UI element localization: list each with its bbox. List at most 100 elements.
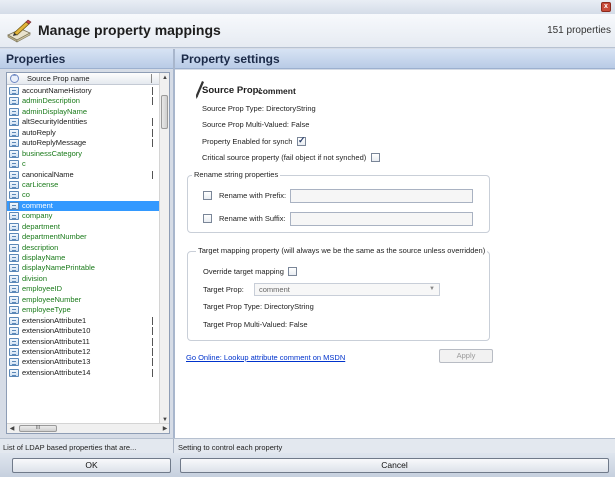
list-item[interactable]: c (7, 159, 160, 169)
property-name: altSecurityIdentities (22, 117, 88, 127)
dialog-footer: OK Cancel (0, 453, 615, 477)
override-target-label: Override target mapping (203, 267, 284, 276)
property-name: accountNameHistory (22, 86, 92, 95)
property-row-icon (9, 243, 19, 252)
property-flag-marker (152, 347, 153, 356)
apply-button[interactable]: Apply (439, 349, 493, 363)
list-item[interactable]: canonicalName (7, 170, 160, 180)
list-item[interactable]: autoReplyMessage (7, 138, 160, 148)
property-row-icon (9, 233, 19, 242)
list-item[interactable]: employeeType (7, 305, 160, 315)
list-item[interactable]: extensionAttribute10 (7, 326, 160, 336)
property-row-icon (9, 254, 19, 262)
property-row-icon (9, 316, 19, 325)
rename-prefix-checkbox[interactable] (203, 191, 212, 200)
list-item[interactable]: employeeNumber (7, 295, 160, 305)
scroll-up-arrow-icon[interactable]: ▲ (160, 73, 169, 83)
list-item[interactable]: comment (7, 200, 160, 212)
property-name: displayName (22, 253, 66, 262)
list-item[interactable]: adminDescription (7, 96, 160, 106)
list-item[interactable]: company (7, 211, 160, 221)
scroll-right-arrow-icon[interactable]: ▶ (160, 424, 169, 433)
list-item[interactable]: adminDisplayName (7, 107, 160, 117)
property-row-icon (9, 368, 19, 377)
list-item[interactable]: businessCategory (7, 149, 160, 159)
property-name: departmentNumber (22, 232, 87, 242)
property-list[interactable]: ⌃ Source Prop name accountNameHistory adm… (6, 72, 170, 434)
list-item[interactable]: extensionAttribute12 (7, 347, 160, 357)
property-name: extensionAttribute10 (22, 326, 91, 336)
close-icon[interactable]: x (601, 2, 611, 12)
property-name: co (22, 190, 30, 200)
property-row-icon (9, 201, 19, 210)
property-flag-marker (152, 170, 153, 179)
list-item[interactable]: accountNameHistory (7, 86, 160, 96)
rename-suffix-checkbox[interactable] (203, 214, 212, 223)
list-item[interactable]: departmentNumber (7, 232, 160, 242)
property-name: employeeNumber (22, 294, 82, 304)
rename-suffix-input[interactable] (290, 212, 473, 226)
list-item[interactable]: division (7, 274, 160, 284)
property-flag-marker (152, 97, 153, 106)
property-name: extensionAttribute14 (22, 367, 91, 377)
ok-button[interactable]: OK (12, 458, 171, 473)
property-count: 151 properties (547, 25, 611, 36)
vertical-scroll-thumb[interactable] (161, 95, 168, 129)
list-item[interactable]: department (7, 222, 160, 232)
list-column-header[interactable]: ⌃ Source Prop name (7, 73, 160, 85)
override-target-checkbox[interactable] (288, 267, 297, 276)
property-name: autoReplyMessage (22, 138, 87, 148)
property-flag-marker (152, 358, 153, 367)
critical-property-checkbox[interactable] (371, 153, 380, 162)
list-item[interactable]: displayNamePrintable (7, 263, 160, 273)
property-row-icon (9, 118, 19, 127)
target-prop-type: Target Prop Type: DirectoryString (203, 302, 314, 311)
property-name: department (22, 221, 60, 231)
property-name: canonicalName (22, 169, 74, 179)
property-name: division (22, 273, 48, 283)
list-item[interactable]: displayName (7, 253, 160, 263)
dialog-title: Manage property mappings (38, 22, 221, 38)
property-name: comment (22, 200, 53, 210)
list-item[interactable]: co (7, 190, 160, 200)
list-item[interactable]: extensionAttribute13 (7, 357, 160, 367)
property-row-icon (9, 160, 19, 169)
list-item[interactable]: description (7, 243, 160, 253)
list-item[interactable]: altSecurityIdentities (7, 117, 160, 127)
property-row-icon (9, 97, 19, 106)
property-row-icon (9, 191, 19, 200)
list-item[interactable]: carLicense (7, 180, 160, 190)
horizontal-scrollbar[interactable]: ◀ III ▶ (7, 423, 169, 433)
target-prop-selected: comment (259, 285, 290, 294)
property-flag-marker (152, 118, 153, 127)
vertical-scrollbar[interactable]: ▲ ▼ (159, 73, 169, 425)
column-separator[interactable] (151, 74, 152, 83)
property-name: extensionAttribute11 (22, 336, 90, 346)
enabled-for-synch-checkbox[interactable] (297, 135, 306, 146)
sort-up-icon[interactable]: ⌃ (10, 74, 19, 83)
property-row-icon (9, 274, 19, 283)
property-name: employeeType (22, 305, 71, 315)
property-name: c (22, 159, 26, 169)
list-item[interactable]: extensionAttribute11 (7, 337, 160, 347)
status-bar: List of LDAP based properties that are..… (0, 438, 615, 454)
cancel-button[interactable]: Cancel (180, 458, 609, 473)
target-prop-dropdown[interactable]: comment ▼ (254, 283, 440, 296)
rename-prefix-input[interactable] (290, 189, 473, 203)
property-name: extensionAttribute12 (22, 346, 91, 356)
msdn-lookup-link[interactable]: Go Online: Lookup attribute comment on M… (186, 353, 345, 362)
critical-property-label: Critical source property (fail object if… (202, 153, 367, 162)
list-item[interactable]: extensionAttribute1 (7, 316, 160, 326)
property-row-icon (9, 212, 19, 221)
list-item[interactable]: extensionAttribute14 (7, 368, 160, 378)
source-prop-value: comment (258, 86, 296, 96)
property-row-icon (9, 358, 19, 367)
scroll-left-arrow-icon[interactable]: ◀ (7, 424, 17, 433)
list-item[interactable]: employeeID (7, 284, 160, 294)
property-name: extensionAttribute1 (22, 315, 87, 325)
target-prop-label: Target Prop: (203, 285, 244, 294)
horizontal-scroll-thumb[interactable]: III (19, 425, 57, 432)
property-row-icon (9, 222, 19, 231)
property-row-icon (9, 285, 19, 294)
list-item[interactable]: autoReply (7, 128, 160, 138)
